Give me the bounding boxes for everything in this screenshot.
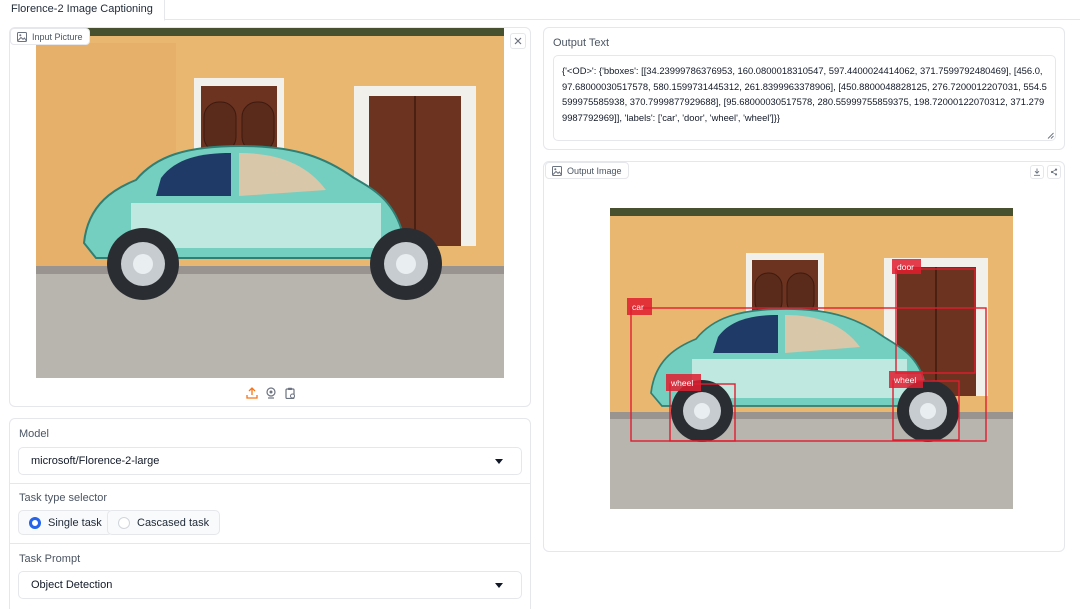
bbox-label-wheel-right: wheel — [893, 375, 916, 385]
download-button[interactable] — [1030, 165, 1044, 179]
output-image-actions — [1030, 165, 1061, 179]
share-button[interactable] — [1047, 165, 1061, 179]
task-prompt-value: Object Detection — [31, 579, 113, 591]
radio-unchecked-icon — [118, 516, 130, 529]
output-image-label-text: Output Image — [567, 165, 622, 176]
task-type-label: Task type selector — [19, 492, 108, 504]
download-icon — [1034, 168, 1040, 176]
webcam-icon[interactable] — [263, 385, 278, 400]
bbox-label-wheel-left: wheel — [670, 378, 693, 388]
output-text-label: Output Text — [553, 37, 610, 49]
image-source-selector — [244, 385, 297, 400]
clipboard-icon[interactable] — [282, 385, 297, 400]
divider — [10, 483, 531, 484]
input-picture[interactable] — [36, 28, 504, 378]
cascaded-task-label: Cascased task — [137, 516, 210, 529]
upload-icon[interactable] — [244, 385, 259, 400]
single-task-radio[interactable]: Single task — [18, 510, 113, 535]
task-prompt-dropdown[interactable]: Object Detection — [18, 571, 522, 599]
tab-bar: Florence-2 Image Captioning — [0, 0, 1080, 21]
model-dropdown[interactable]: microsoft/Florence-2-large — [18, 447, 522, 475]
task-prompt-label: Task Prompt — [19, 553, 81, 565]
bbox-label-car: car — [632, 302, 644, 312]
output-text-value: {'<OD>': {'bboxes': [[34.23999786376953,… — [562, 65, 1047, 123]
image-icon — [17, 31, 27, 42]
share-icon — [1050, 168, 1058, 176]
model-label: Model — [19, 428, 49, 440]
radio-checked-icon — [29, 516, 41, 529]
input-picture-label: Input Picture — [10, 28, 90, 45]
car-photo — [36, 28, 504, 378]
model-value: microsoft/Florence-2-large — [31, 455, 160, 467]
resize-handle-icon[interactable] — [1047, 132, 1054, 139]
tab-florence-2-image-captioning[interactable]: Florence-2 Image Captioning — [0, 0, 165, 21]
chevron-down-icon — [495, 459, 503, 464]
output-text-area[interactable]: {'<OD>': {'bboxes': [[34.23999786376953,… — [553, 55, 1056, 141]
chevron-down-icon — [495, 583, 503, 588]
output-image: car door wheel wheel — [610, 208, 1013, 509]
annotated-car-photo: car door wheel wheel — [610, 208, 1013, 509]
image-icon — [552, 165, 562, 176]
input-picture-label-text: Input Picture — [32, 31, 83, 42]
single-task-label: Single task — [48, 516, 102, 529]
clear-image-button[interactable] — [510, 33, 526, 49]
divider — [10, 543, 531, 544]
output-image-label: Output Image — [545, 162, 629, 179]
cascaded-task-radio[interactable]: Cascased task — [107, 510, 221, 535]
bbox-label-door: door — [897, 262, 914, 272]
close-icon — [514, 37, 522, 45]
